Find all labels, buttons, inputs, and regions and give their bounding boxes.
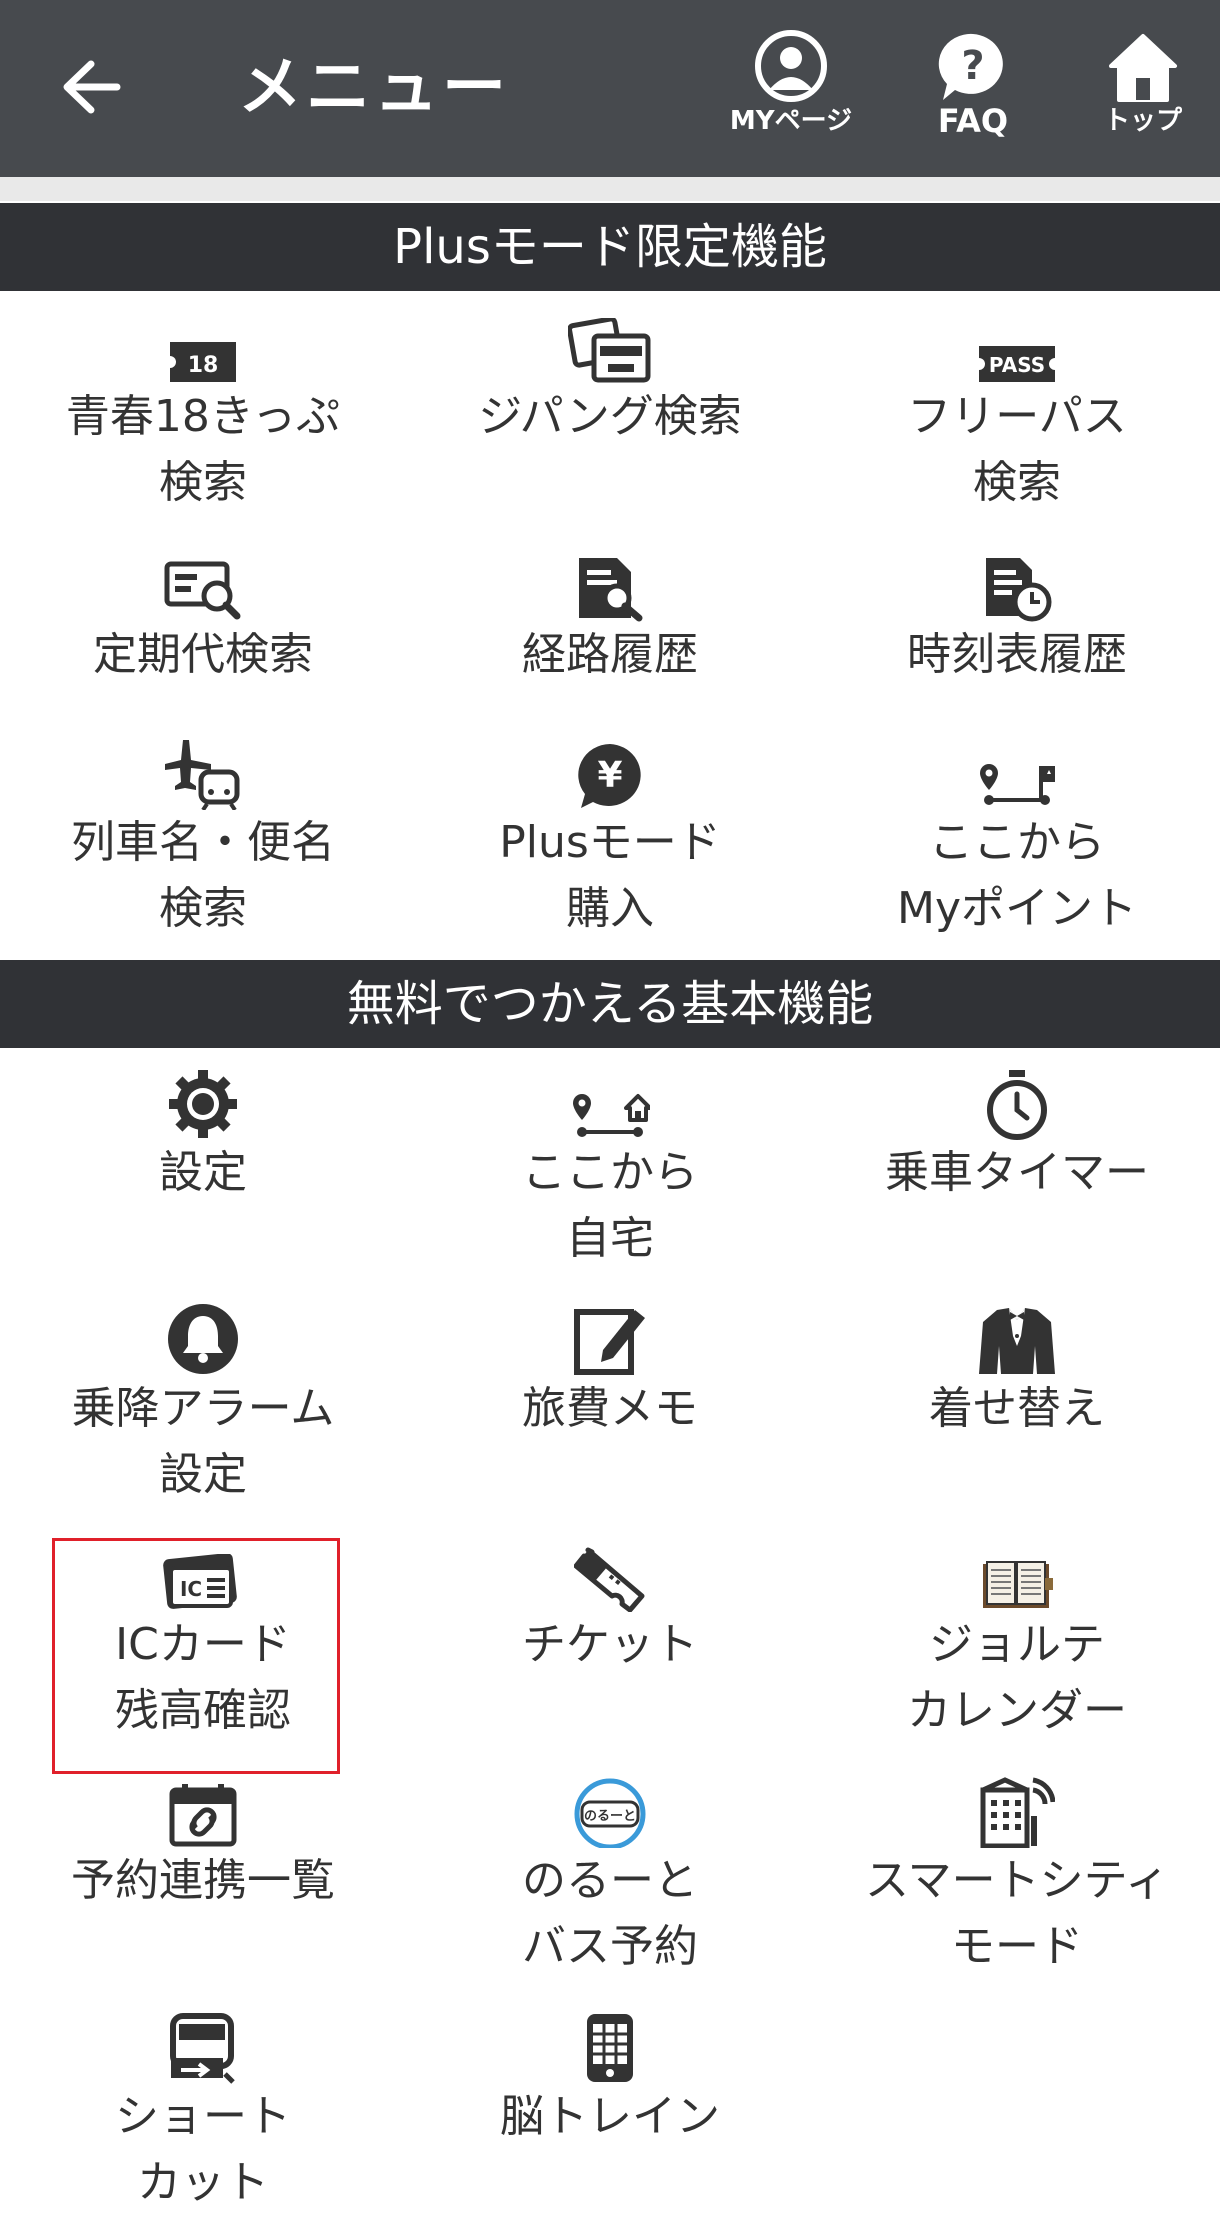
menu-item-label: 経路履歴 [522, 629, 698, 680]
menu-item-label: 着せ替え [929, 1383, 1105, 1434]
menu-item-my-point[interactable]: ここから Myポイント [814, 744, 1220, 942]
memo-pencil-icon [574, 1309, 645, 1375]
menu-item-label: スマートシティ モード [864, 1855, 1170, 1972]
menu-item-freepass[interactable]: PASS フリーパス 検索 [814, 318, 1220, 516]
menu-item-label: 乗降アラーム 設定 [71, 1383, 335, 1500]
menu-item-label: フリーパス 検索 [907, 391, 1127, 508]
jorte-book-icon [983, 1561, 1053, 1608]
menu-item-label: Plusモード 購入 [499, 817, 721, 934]
menu-item-noruto-bus[interactable]: のるーと のるーと バス予約 [407, 1778, 813, 1980]
timetable-history-icon [986, 558, 1052, 622]
menu-item-plus-purchase[interactable]: ¥ Plusモード 購入 [407, 744, 813, 942]
shortcut-train-icon [170, 2013, 235, 2084]
plus-section-header: Plusモード限定機能 [0, 203, 1220, 291]
zipang-cards-icon [568, 318, 651, 383]
gear-icon [169, 1070, 237, 1138]
menu-item-label: 設定 [159, 1147, 247, 1198]
menu-item-label: 列車名・便名 検索 [71, 817, 335, 934]
menu-item-home-route[interactable]: ここから 自宅 [407, 1074, 813, 1272]
menu-item-label: 予約連携一覧 [71, 1855, 335, 1906]
mypage-label: MYページ [729, 106, 853, 136]
menu-item-commuter-pass[interactable]: 定期代検索 [0, 556, 406, 688]
menu-item-timetable-history[interactable]: 時刻表履歴 [814, 556, 1220, 688]
noruto-logo: のるーと [574, 1778, 646, 1848]
menu-item-label: ショート カット [115, 2091, 291, 2208]
ticket-icon [574, 1547, 645, 1612]
menu-item-route-history[interactable]: 経路履歴 [407, 556, 813, 688]
faq-label: FAQ [937, 102, 1009, 140]
mypage-button[interactable]: MYページ [726, 30, 856, 150]
menu-item-theme[interactable]: 着せ替え [814, 1308, 1220, 1442]
home-icon [1109, 34, 1177, 102]
svg-text:PASS: PASS [989, 353, 1045, 377]
user-circle-icon [755, 30, 827, 102]
menu-item-label: ジパング検索 [478, 391, 742, 442]
page-title: メニュー [238, 51, 510, 125]
top-label: トップ [1103, 106, 1182, 136]
free-section-header: 無料でつかえる基本機能 [0, 960, 1220, 1048]
menu-item-reservation-list[interactable]: 予約連携一覧 [0, 1782, 406, 1914]
menu-item-label: のるーと バス予約 [522, 1855, 698, 1972]
menu-item-smart-city[interactable]: スマートシティ モード [814, 1777, 1220, 1980]
svg-text:18: 18 [188, 353, 219, 378]
menu-item-train-flight-name[interactable]: 列車名・便名 検索 [0, 740, 406, 942]
faq-button[interactable]: ? FAQ [908, 30, 1038, 150]
smart-city-icon [980, 1777, 1055, 1848]
question-bubble-icon: ? [938, 33, 1003, 100]
app-header: メニュー MYページ ? FAQ トップ [0, 0, 1220, 177]
route-history-icon [579, 558, 643, 622]
menu-item-label: 時刻表履歴 [907, 629, 1127, 680]
menu-item-travel-memo[interactable]: 旅費メモ [407, 1309, 813, 1442]
menu-item-label: ここから Myポイント [896, 817, 1137, 934]
stopwatch-icon [987, 1070, 1047, 1140]
menu-item-label: 乗車タイマー [885, 1147, 1149, 1198]
menu-item-ride-timer[interactable]: 乗車タイマー [814, 1070, 1220, 1206]
top-button[interactable]: トップ [1078, 30, 1208, 150]
menu-item-seishun18[interactable]: 18 青春18きっぷ 検索 [0, 318, 406, 516]
yen-purchase-icon: ¥ [578, 744, 641, 808]
menu-item-ticket[interactable]: チケット [407, 1546, 813, 1678]
menu-item-label: 青春18きっぷ 検索 [65, 391, 341, 508]
plane-train-icon [165, 740, 240, 810]
back-arrow-icon[interactable] [55, 50, 130, 125]
menu-item-settings[interactable]: 設定 [0, 1070, 406, 1206]
svg-text:¥: ¥ [597, 755, 622, 796]
ticket-18-icon: 18 [168, 342, 236, 382]
noruto-logo-text: のるーと [584, 1809, 636, 1824]
bell-icon [168, 1304, 238, 1374]
pass-ticket-icon: PASS [977, 346, 1057, 382]
menu-item-zipang[interactable]: ジパング検索 [407, 318, 813, 450]
calculator-icon [587, 2014, 633, 2082]
menu-item-label: ジョルテ カレンダー [907, 1619, 1127, 1736]
header-divider [0, 177, 1220, 201]
menu-item-shortcut[interactable]: ショート カット [0, 2013, 406, 2216]
menu-item-jorte-calendar[interactable]: ジョルテ カレンダー [814, 1546, 1220, 1744]
menu-item-label: 旅費メモ [522, 1383, 698, 1434]
tuxedo-icon [979, 1308, 1055, 1374]
menu-item-label: チケット [522, 1619, 698, 1670]
menu-item-label: 定期代検索 [93, 629, 313, 680]
menu-item-alarm[interactable]: 乗降アラーム 設定 [0, 1304, 406, 1508]
menu-item-label: 脳トレイン [500, 2091, 720, 2142]
commuter-pass-search-icon [164, 561, 241, 620]
calendar-link-icon [169, 1784, 237, 1847]
menu-item-brain-train[interactable]: 脳トレイン [407, 2014, 813, 2150]
highlight-box [52, 1538, 340, 1774]
route-flag-icon [980, 764, 1055, 805]
route-home-icon [573, 1094, 650, 1137]
menu-item-label: ここから 自宅 [522, 1147, 698, 1264]
svg-text:?: ? [961, 43, 984, 89]
